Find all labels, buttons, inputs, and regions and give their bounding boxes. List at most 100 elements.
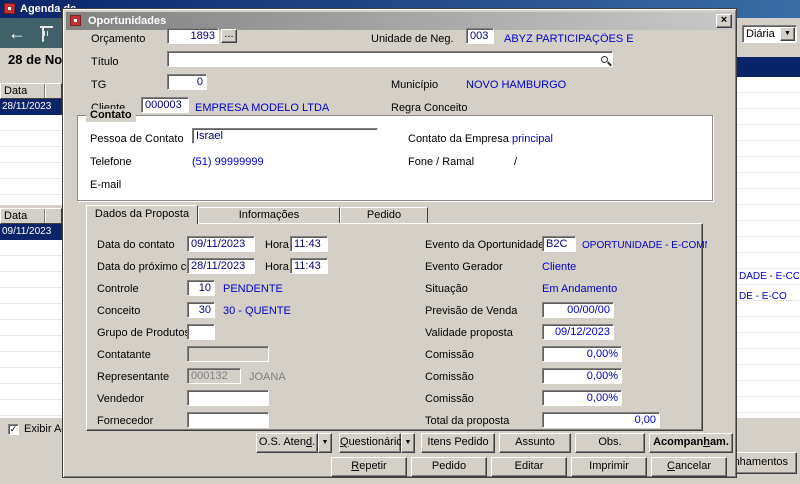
data-contato-input[interactable]: 09/11/2023	[187, 236, 255, 252]
view-mode-select[interactable]: Diária ▼	[742, 25, 797, 43]
chevron-down-icon[interactable]: ▼	[780, 27, 795, 41]
right-strip-list-body	[737, 77, 800, 418]
right-strip-header-band	[737, 57, 800, 77]
contato-empresa-value: principal	[512, 133, 553, 145]
show-checkbox-label: Exibir Acom	[24, 423, 62, 435]
date-heading: 28 de Nov	[8, 52, 62, 67]
os-atend-dropdown-icon[interactable]: ▼	[318, 433, 332, 453]
right-strip-gap	[737, 48, 800, 57]
conceito-input[interactable]: 30	[187, 302, 215, 318]
unidade-code-input[interactable]: 003	[466, 28, 494, 44]
search-icon[interactable]	[601, 56, 608, 63]
pessoa-contato-input[interactable]: Israel	[192, 128, 378, 144]
hora-contato-input[interactable]: 11:43	[290, 236, 328, 252]
contato-groupbox: Contato Pessoa de Contato Israel Contato…	[77, 109, 713, 201]
unidade-label: Unidade de Neg.	[371, 33, 454, 45]
agenda-top-column-header[interactable]: Data	[0, 83, 62, 99]
comissao1-label: Comissão	[425, 349, 474, 361]
assunto-button[interactable]: Assunto	[499, 433, 571, 453]
close-icon[interactable]: ×	[716, 14, 732, 28]
questionario-button[interactable]: Questionário	[339, 433, 402, 453]
comissao1-input[interactable]: 0,00%	[542, 346, 622, 362]
data-proximo-input[interactable]: 28/11/2023	[187, 258, 255, 274]
unidade-name: ABYZ PARTICIPAÇÕES E	[504, 33, 634, 45]
hora-proximo-input[interactable]: 11:43	[290, 258, 328, 274]
grupo-produtos-label: Grupo de Produtos	[97, 327, 190, 339]
titulo-label: Título	[91, 56, 119, 68]
orcamento-input[interactable]: 1893	[167, 28, 219, 44]
email-label: E-mail	[90, 179, 122, 191]
cliente-code-input[interactable]: 000003	[141, 97, 189, 113]
previsao-venda-input[interactable]: 00/00/00	[542, 302, 614, 318]
cancelar-button[interactable]: Cancelar	[651, 457, 727, 477]
previsao-venda-label: Previsão de Venda	[425, 305, 518, 317]
telefone-label: Telefone	[90, 156, 132, 168]
comissao2-label: Comissão	[425, 371, 474, 383]
controle-desc: PENDENTE	[223, 283, 283, 295]
contatante-label: Contatante	[97, 349, 151, 361]
show-checkbox[interactable]: ✓	[8, 424, 19, 435]
fone-ramal-value: /	[514, 156, 518, 168]
proposta-panel: Data do contato 09/11/2023 Hora 11:43 Da…	[86, 223, 707, 431]
tg-input[interactable]: 0	[167, 74, 207, 90]
back-icon[interactable]: ←	[8, 18, 26, 48]
itens-pedido-button[interactable]: Itens Pedido	[421, 433, 495, 453]
agenda-top-selected-row[interactable]: 28/11/2023	[0, 99, 62, 115]
orcamento-label: Orçamento	[91, 33, 146, 45]
fornecedor-input[interactable]	[187, 412, 269, 428]
comissao3-label: Comissão	[425, 393, 474, 405]
controle-input[interactable]: 10	[187, 280, 215, 296]
editar-button[interactable]: Editar	[491, 457, 567, 477]
evento-gerador-value: Cliente	[542, 261, 577, 273]
agenda-app-icon	[4, 3, 15, 14]
questionario-dropdown-icon[interactable]: ▼	[401, 433, 415, 453]
tab-informacoes-complementares[interactable]: Informações Complementares	[198, 207, 340, 236]
view-mode-value: Diária	[746, 28, 775, 40]
representante-label: Representante	[97, 371, 170, 383]
oportunidades-dialog: Oportunidades × Orçamento 1893 ... Unida…	[62, 8, 737, 478]
os-atend-button[interactable]: O.S. Atend.	[256, 433, 318, 453]
situacao-label: Situação	[425, 283, 468, 295]
fone-ramal-label: Fone / Ramal	[408, 156, 475, 168]
imprimir-button[interactable]: Imprimir	[571, 457, 647, 477]
validade-proposta-input[interactable]: 09/12/2023	[542, 324, 614, 340]
agenda-bottom-selected-row[interactable]: 09/11/2023	[0, 224, 62, 240]
conceito-label: Conceito	[97, 305, 141, 317]
tab-dados-da-proposta[interactable]: Dados da Proposta	[86, 205, 198, 224]
orcamento-browse-button[interactable]: ...	[221, 29, 237, 43]
comissao2-input[interactable]: 0,00%	[542, 368, 622, 384]
dialog-app-icon	[70, 15, 81, 26]
agenda-bottom-list-body[interactable]	[0, 240, 62, 418]
vendedor-label: Vendedor	[97, 393, 145, 405]
municipio-label: Município	[391, 79, 439, 91]
controle-label: Controle	[97, 283, 139, 295]
titulo-input[interactable]	[167, 51, 613, 67]
agenda-bottom-column-header[interactable]: Data	[0, 208, 62, 224]
grupo-produtos-input[interactable]	[187, 324, 215, 340]
telefone-value: (51) 99999999	[192, 156, 264, 168]
situacao-value: Em Andamento	[542, 283, 618, 295]
obs-button[interactable]: Obs.	[575, 433, 645, 453]
trash-icon[interactable]	[42, 28, 44, 42]
pedido-button[interactable]: Pedido	[411, 457, 487, 477]
column-divider	[44, 209, 45, 223]
representante-input[interactable]: 000132	[187, 368, 241, 384]
conceito-desc: 30 - QUENTE	[223, 305, 291, 317]
data-contato-label: Data do contato	[97, 239, 175, 251]
right-fragment-1: DADE - E-CO	[739, 271, 799, 282]
vendedor-input[interactable]	[187, 390, 269, 406]
column-divider	[44, 84, 45, 98]
tg-label: TG	[91, 79, 107, 91]
evento-code-input[interactable]: B2C	[542, 236, 576, 252]
contatante-input[interactable]	[187, 346, 269, 362]
comissao3-input[interactable]: 0,00%	[542, 390, 622, 406]
total-proposta-input[interactable]: 0,00	[542, 412, 660, 428]
repetir-button[interactable]: Repetir	[331, 457, 407, 477]
total-proposta-label: Total da proposta	[425, 415, 510, 427]
representante-name: JOANA	[249, 371, 286, 383]
agenda-top-list-body[interactable]	[0, 115, 62, 205]
dialog-title: Oportunidades	[88, 15, 167, 27]
evento-oportunidade-label: Evento da Oportunidade	[425, 239, 545, 251]
acompanham-button[interactable]: Acompanham.	[649, 433, 733, 453]
tab-pedido[interactable]: Pedido	[340, 207, 428, 223]
